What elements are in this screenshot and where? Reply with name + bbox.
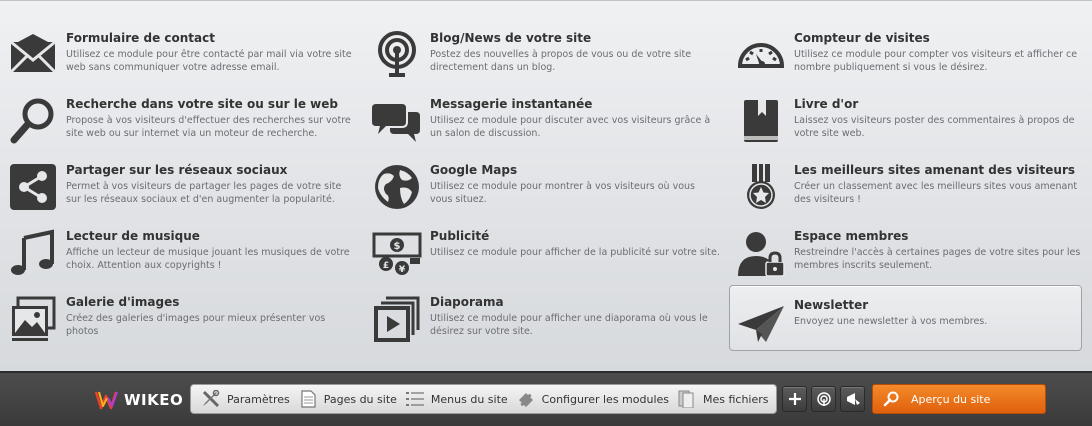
module-description: Permet à vos visiteurs de partager les p…	[66, 181, 342, 205]
logo-text: WIKEO	[124, 391, 184, 409]
module-image-gallery[interactable]: Galerie d'images Créez des galeries d'im…	[6, 288, 361, 350]
module-search[interactable]: Recherche dans votre site ou sur le web …	[6, 90, 361, 152]
music-note-icon	[6, 226, 60, 280]
module-description: Utilisez ce module pour afficher de la p…	[430, 247, 720, 258]
module-title: Diaporama	[430, 295, 504, 309]
module-title: Messagerie instantanée	[430, 97, 593, 111]
module-music-player[interactable]: Lecteur de musique Affiche un lecteur de…	[6, 222, 361, 284]
chat-bubbles-icon	[370, 94, 424, 148]
nav-menus-label: Menus du site	[430, 392, 508, 406]
nav-settings-button[interactable]: Paramètres	[201, 385, 290, 413]
nav-files-label: Mes fichiers	[703, 392, 769, 406]
broadcast-button[interactable]	[811, 386, 836, 412]
globe-icon	[370, 160, 424, 214]
plus-icon	[788, 393, 801, 405]
module-description: Envoyez une newsletter à vos membres.	[794, 316, 988, 327]
module-title: Lecteur de musique	[66, 229, 200, 243]
module-top-referrers[interactable]: Les meilleurs sites amenant des visiteur…	[734, 156, 1089, 218]
svg-text:¥: ¥	[399, 265, 406, 275]
module-grid: Formulaire de contact Utilisez ce module…	[0, 22, 1092, 352]
envelope-icon	[6, 28, 60, 82]
module-description: Affiche un lecteur de musique jouant les…	[66, 247, 350, 271]
bottom-toolbar: WIKEO Paramètres Pages du site Menus du …	[0, 371, 1092, 426]
megaphone-icon	[846, 393, 860, 405]
module-instant-messaging[interactable]: Messagerie instantanée Utilisez ce modul…	[370, 90, 725, 152]
puzzle-icon	[518, 393, 533, 407]
image-gallery-icon	[6, 292, 60, 346]
module-members-area[interactable]: Espace membres Restreindre l'accès à cer…	[734, 222, 1089, 284]
nav-pages-button[interactable]: Pages du site	[298, 385, 397, 413]
broadcast-small-icon	[816, 392, 831, 406]
module-slideshow[interactable]: Diaporama Utilisez ce module pour affich…	[370, 288, 725, 350]
share-icon	[6, 160, 60, 214]
module-advertising[interactable]: $ £ ¥ Publicité Utilisez ce module pour af…	[370, 222, 725, 284]
svg-text:$: $	[394, 241, 401, 252]
module-title: Blog/News de votre site	[430, 31, 592, 45]
module-title: Formulaire de contact	[66, 31, 215, 45]
currency-icon: $ £ ¥	[370, 226, 424, 280]
module-description: Restreindre l'accès à certaines pages de…	[794, 247, 1081, 271]
module-description: Postez des nouvelles à propos de vous ou…	[430, 49, 692, 73]
paper-plane-icon	[734, 296, 788, 350]
module-title: Newsletter	[794, 298, 869, 312]
module-google-maps[interactable]: Google Maps Utilisez ce module pour mont…	[370, 156, 725, 218]
module-blog[interactable]: Blog/News de votre site Postez des nouve…	[370, 24, 725, 86]
files-icon	[678, 390, 694, 408]
announce-button[interactable]	[840, 386, 865, 412]
module-title: Google Maps	[430, 163, 518, 177]
module-description: Utilisez ce module pour être contacté pa…	[66, 49, 352, 73]
svg-text:£: £	[383, 261, 389, 271]
add-button[interactable]	[782, 386, 807, 412]
module-title: Les meilleurs sites amenant des visiteur…	[794, 163, 1076, 177]
nav-pages-label: Pages du site	[323, 392, 397, 406]
module-title: Compteur de visites	[794, 31, 930, 45]
module-title: Galerie d'images	[66, 295, 180, 309]
top-divider	[0, 0, 1092, 1]
wikeo-logo-mark	[94, 391, 118, 410]
module-newsletter[interactable]: Newsletter Envoyez une newsletter à vos …	[729, 285, 1082, 351]
module-title: Recherche dans votre site ou sur le web	[66, 97, 338, 111]
page-icon	[301, 390, 316, 408]
main-navigation: Paramètres Pages du site Menus du site C…	[190, 384, 777, 414]
broadcast-icon	[370, 28, 424, 82]
module-social-share[interactable]: Partager sur les réseaux sociaux Permet …	[6, 156, 361, 218]
module-title: Publicité	[430, 229, 490, 243]
module-description: Utilisez ce module pour discuter avec vo…	[430, 115, 711, 139]
nav-modules-label: Configurer les modules	[541, 392, 669, 406]
nav-menus-button[interactable]: Menus du site	[405, 385, 508, 413]
site-preview-button[interactable]: Aperçu du site	[872, 384, 1046, 414]
magnifier-icon	[6, 94, 60, 148]
module-description: Propose à vos visiteurs d'effectuer des …	[66, 115, 351, 139]
medal-icon	[734, 160, 788, 214]
module-description: Créer un classement avec les meilleurs s…	[794, 181, 1078, 205]
module-title: Espace membres	[794, 229, 909, 243]
gauge-icon	[734, 28, 788, 82]
module-description: Utilisez ce module pour afficher une dia…	[430, 313, 708, 337]
module-description: Utilisez ce module pour montrer à vos vi…	[430, 181, 695, 205]
nav-files-button[interactable]: Mes fichiers	[677, 385, 769, 413]
nav-settings-label: Paramètres	[227, 392, 290, 406]
module-description: Utilisez ce module pour compter vos visi…	[794, 49, 1078, 73]
module-visit-counter[interactable]: Compteur de visites Utilisez ce module p…	[734, 24, 1089, 86]
module-contact-form[interactable]: Formulaire de contact Utilisez ce module…	[6, 24, 361, 86]
module-description: Créez des galeries d'images pour mieux p…	[66, 313, 326, 337]
list-icon	[405, 392, 424, 406]
wikeo-logo[interactable]: WIKEO	[94, 387, 183, 413]
search-icon	[883, 391, 899, 407]
module-title: Livre d'or	[794, 97, 859, 111]
slideshow-icon	[370, 292, 424, 346]
module-description: Laissez vos visiteurs poster des comment…	[794, 115, 1075, 139]
book-icon	[734, 94, 788, 148]
nav-modules-button[interactable]: Configurer les modules	[516, 385, 669, 413]
site-preview-label: Aperçu du site	[911, 392, 991, 406]
tools-icon	[202, 390, 220, 408]
module-title: Partager sur les réseaux sociaux	[66, 163, 288, 177]
member-lock-icon	[734, 226, 788, 280]
module-guestbook[interactable]: Livre d'or Laissez vos visiteurs poster …	[734, 90, 1089, 152]
